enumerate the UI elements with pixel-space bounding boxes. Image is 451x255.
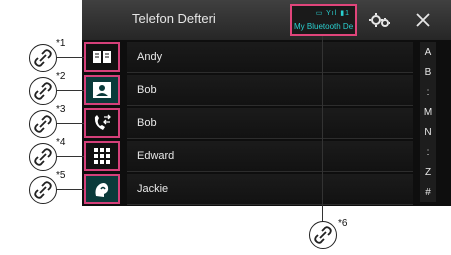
link-icon bbox=[29, 77, 57, 105]
list-item[interactable]: Edward bbox=[127, 141, 413, 172]
index-letter[interactable]: B bbox=[425, 67, 432, 78]
callout-leader bbox=[57, 156, 84, 157]
index-letter[interactable]: N bbox=[424, 127, 431, 138]
callout-leader bbox=[57, 189, 84, 190]
link-icon bbox=[309, 221, 337, 249]
callout-number: *4 bbox=[56, 137, 66, 148]
index-letter[interactable]: M bbox=[424, 107, 432, 118]
link-icon bbox=[29, 143, 57, 171]
contact-name: Bob bbox=[137, 117, 157, 129]
voice-recognition-icon bbox=[91, 180, 113, 198]
contact-card-icon bbox=[91, 81, 113, 99]
phonebook-icon bbox=[91, 48, 113, 66]
callout-number: *3 bbox=[56, 104, 66, 115]
contact-name: Andy bbox=[137, 51, 163, 63]
callout-number: *1 bbox=[56, 38, 66, 49]
keypad-button[interactable] bbox=[84, 141, 120, 171]
link-icon bbox=[29, 176, 57, 204]
bluetooth-device-name: My Bluetooth De bbox=[294, 22, 354, 31]
callout-leader bbox=[57, 90, 84, 91]
list-item[interactable]: Bob bbox=[127, 75, 413, 106]
list-item[interactable]: Bob bbox=[127, 108, 413, 139]
index-letter[interactable]: Z bbox=[425, 167, 431, 178]
index-letter: : bbox=[426, 86, 430, 98]
contact-name: Jackie bbox=[137, 183, 169, 195]
bluetooth-status: ▭ Yıl ▮1 bbox=[315, 10, 350, 17]
link-icon bbox=[29, 44, 57, 72]
callout-number: *2 bbox=[56, 71, 66, 82]
link-icon bbox=[29, 110, 57, 138]
list-item[interactable]: Andy bbox=[127, 42, 413, 73]
bluetooth-device-button[interactable]: ▭ Yıl ▮1 My Bluetooth De bbox=[290, 4, 357, 36]
call-history-button[interactable] bbox=[84, 108, 120, 138]
close-icon[interactable] bbox=[412, 10, 434, 30]
index-letter[interactable]: A bbox=[425, 47, 432, 58]
call-history-icon bbox=[91, 114, 113, 132]
callout-number: *6 bbox=[338, 218, 348, 229]
index-letter[interactable]: # bbox=[425, 187, 431, 198]
list-item[interactable]: Jackie bbox=[127, 174, 413, 205]
contacts-button[interactable] bbox=[84, 75, 120, 105]
index-letter: : bbox=[426, 146, 430, 158]
settings-icon[interactable] bbox=[366, 9, 394, 31]
phonebook-button[interactable] bbox=[84, 42, 120, 72]
callout-leader bbox=[322, 36, 323, 222]
alphabet-index-bar[interactable]: A B : M N : Z # bbox=[420, 42, 436, 202]
voice-recognition-button[interactable] bbox=[84, 174, 120, 204]
contact-name: Bob bbox=[137, 84, 157, 96]
callout-leader bbox=[57, 123, 84, 124]
callout-leader bbox=[57, 57, 84, 58]
page-title: Telefon Defteri bbox=[132, 11, 216, 26]
keypad-icon bbox=[91, 147, 113, 165]
callout-number: *5 bbox=[56, 170, 66, 181]
contact-name: Edward bbox=[137, 150, 175, 162]
